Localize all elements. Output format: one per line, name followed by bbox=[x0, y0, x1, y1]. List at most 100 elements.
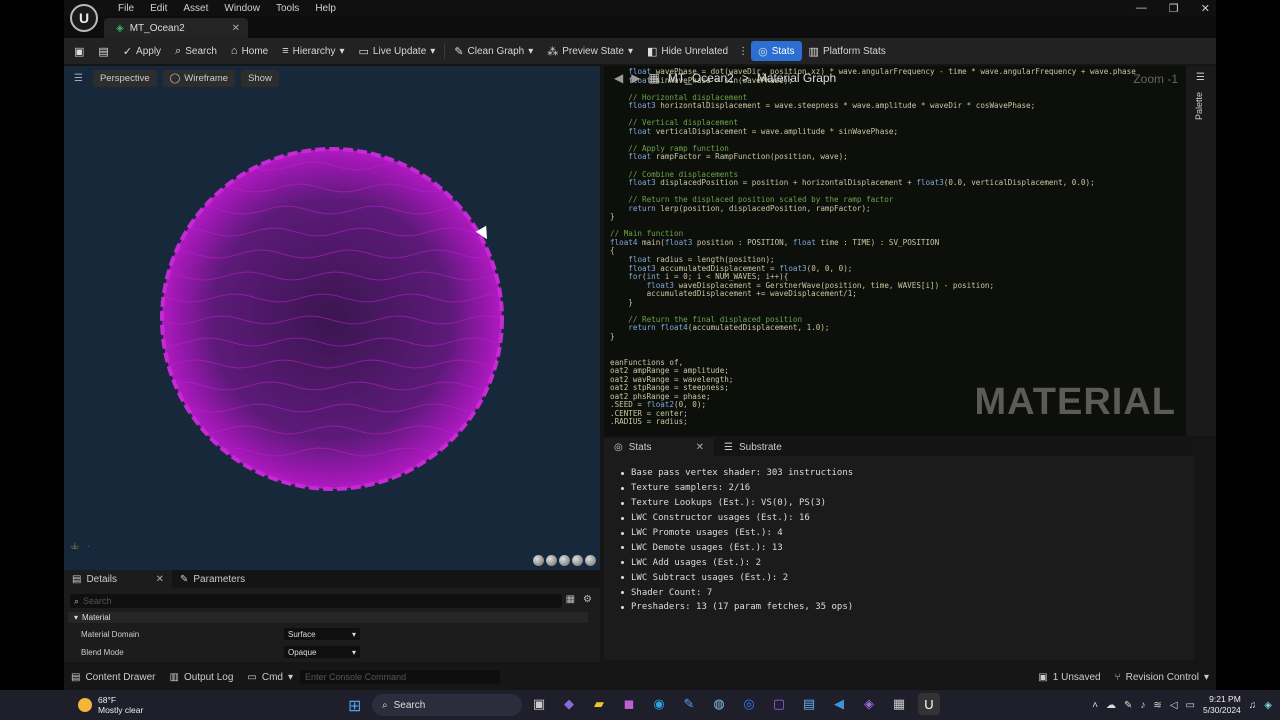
platform-stats-button[interactable]: ▥ Platform Stats bbox=[802, 41, 893, 61]
vscode-icon[interactable]: ◀ bbox=[828, 693, 850, 715]
close-tab-icon[interactable]: ✕ bbox=[232, 23, 240, 34]
tab-substrate[interactable]: ☰ Substrate bbox=[714, 438, 792, 456]
material-graph-panel[interactable]: float wavePhase = dot(waveDir, position.… bbox=[604, 66, 1186, 436]
cloud-icon[interactable]: ☁ bbox=[1106, 700, 1116, 711]
twitch-icon[interactable]: ▢ bbox=[768, 693, 790, 715]
brush-icon: ✎ bbox=[454, 45, 464, 58]
taskbar-search-box[interactable]: ⌕ Search bbox=[372, 694, 522, 716]
windows-start-icon[interactable]: ⊞ bbox=[348, 696, 361, 716]
save-button[interactable]: ▣ bbox=[64, 41, 91, 61]
preview-state-button[interactable]: ⁂ Preview State ▾ bbox=[540, 41, 640, 61]
pen-icon[interactable]: ✎ bbox=[1124, 700, 1132, 711]
content-drawer-button[interactable]: ▤ Content Drawer bbox=[64, 672, 162, 683]
tab-details[interactable]: ▤ Details ✕ bbox=[64, 570, 172, 588]
close-tab-icon[interactable]: ✕ bbox=[156, 574, 164, 585]
show-button[interactable]: Show bbox=[241, 70, 279, 87]
close-window-button[interactable]: ✕ bbox=[1201, 2, 1210, 15]
task-view-icon[interactable]: ▣ bbox=[528, 693, 550, 715]
browser-app-icon[interactable]: ◎ bbox=[738, 693, 760, 715]
forward-arrow-icon[interactable]: ▶ bbox=[631, 71, 640, 85]
edge-icon[interactable]: ◉ bbox=[648, 693, 670, 715]
details-search-input[interactable]: ⌕ Search bbox=[70, 594, 562, 608]
cmd-dropdown[interactable]: ▭ Cmd ▾ bbox=[240, 672, 300, 683]
breadcrumb-asset[interactable]: MT_Ocean2 bbox=[668, 71, 734, 85]
grid-view-icon[interactable]: ▦ bbox=[566, 594, 575, 605]
notification-bell-icon[interactable]: ♫ bbox=[1249, 700, 1257, 711]
perspective-button[interactable]: Perspective bbox=[92, 70, 157, 87]
tab-parameters[interactable]: ✎ Parameters bbox=[172, 570, 253, 588]
more-options-icon[interactable]: ⋮ bbox=[735, 41, 751, 61]
graph-watermark: MATERIAL bbox=[974, 381, 1176, 423]
stats-button[interactable]: ◎ Stats bbox=[751, 41, 802, 61]
preview-plane-icon[interactable] bbox=[559, 555, 570, 566]
graph-breadcrumb: ◀ ▶ ▦ MT_Ocean2 > Material Graph bbox=[604, 68, 1186, 88]
chevron-up-icon[interactable]: ˄ bbox=[1092, 700, 1098, 711]
list-item: LWC Demote usages (Est.): 13 bbox=[621, 540, 1194, 555]
wireframe-button[interactable]: ◯ Wireframe bbox=[162, 70, 236, 87]
material-domain-dropdown[interactable]: Surface ▾ bbox=[284, 628, 360, 640]
calculator-icon[interactable]: ▦ bbox=[888, 693, 910, 715]
weather-widget[interactable]: 68°F Mostly clear bbox=[0, 695, 250, 715]
apply-button[interactable]: ✓ Apply bbox=[116, 41, 168, 61]
taskbar-clock[interactable]: 9:21 PM 5/30/2024 bbox=[1203, 694, 1241, 716]
live-update-button[interactable]: ▭ Live Update ▾ bbox=[352, 41, 443, 61]
file-explorer-icon[interactable]: ▰ bbox=[588, 693, 610, 715]
blend-mode-dropdown[interactable]: Opaque ▾ bbox=[284, 646, 360, 658]
back-arrow-icon[interactable]: ◀ bbox=[614, 71, 623, 85]
volume-icon[interactable]: ◁ bbox=[1170, 700, 1178, 711]
close-tab-icon[interactable]: ✕ bbox=[696, 442, 704, 453]
search-button[interactable]: ⌕ Search bbox=[168, 41, 224, 61]
clean-graph-button[interactable]: ✎ Clean Graph ▾ bbox=[447, 41, 540, 61]
system-tray: ˄ ☁ ✎ ♪ ≋ ◁ ▭ 9:21 PM 5/30/2024 ♫ ◈ bbox=[1092, 690, 1272, 720]
weather-condition: Mostly clear bbox=[98, 705, 144, 715]
visual-studio-icon[interactable]: ◈ bbox=[858, 693, 880, 715]
notepad-icon[interactable]: ▤ bbox=[798, 693, 820, 715]
wifi-icon[interactable]: ≋ bbox=[1153, 700, 1161, 711]
copilot-icon[interactable]: ◈ bbox=[1264, 700, 1272, 711]
clock-date: 5/30/2024 bbox=[1202, 705, 1241, 715]
revision-control-button[interactable]: ⑂ Revision Control ▾ bbox=[1108, 672, 1216, 683]
hide-icon: ◧ bbox=[647, 45, 658, 58]
menu-tools[interactable]: Tools bbox=[268, 3, 307, 14]
battery-icon[interactable]: ▭ bbox=[1186, 700, 1195, 711]
home-button[interactable]: ⌂ Home bbox=[224, 41, 275, 61]
menu-help[interactable]: Help bbox=[307, 3, 344, 14]
menu-file[interactable]: File bbox=[110, 3, 142, 14]
menu-asset[interactable]: Asset bbox=[175, 3, 216, 14]
palette-sidebar[interactable]: ☰ Palette bbox=[1186, 66, 1216, 436]
preview-teapot-icon[interactable] bbox=[585, 555, 596, 566]
preview-sphere-icon[interactable] bbox=[546, 555, 557, 566]
temperature: 68°F bbox=[98, 695, 117, 705]
preview-cylinder-icon[interactable] bbox=[533, 555, 544, 566]
preview-cube-icon[interactable] bbox=[572, 555, 583, 566]
console-command-input[interactable]: Enter Console Command bbox=[300, 670, 501, 684]
hide-unrelated-button[interactable]: ◧ Hide Unrelated bbox=[640, 41, 735, 61]
menu-edit[interactable]: Edit bbox=[142, 3, 175, 14]
hierarchy-button[interactable]: ≡ Hierarchy ▾ bbox=[275, 41, 351, 61]
store-icon[interactable]: ◼ bbox=[618, 693, 640, 715]
palette-tab[interactable]: Palette bbox=[1194, 92, 1204, 120]
preview-mesh-selector[interactable] bbox=[533, 555, 596, 566]
menu-window[interactable]: Window bbox=[216, 3, 268, 14]
document-tab[interactable]: ◈ MT_Ocean2 ✕ bbox=[104, 18, 248, 38]
property-name: Material Domain bbox=[81, 629, 140, 639]
unreal-logo-icon[interactable]: U bbox=[70, 4, 98, 32]
output-log-button[interactable]: ▥ Output Log bbox=[162, 672, 240, 683]
microphone-icon[interactable]: ♪ bbox=[1140, 700, 1145, 711]
material-preview-viewport[interactable]: ☰ Perspective ◯ Wireframe Show —⊥ · bbox=[64, 66, 600, 570]
unsaved-button[interactable]: ▣ 1 Unsaved bbox=[1031, 672, 1107, 683]
globe-app-icon[interactable]: ◍ bbox=[708, 693, 730, 715]
stats-tab-icon: ◎ bbox=[614, 441, 623, 453]
minimize-button[interactable]: — bbox=[1136, 2, 1147, 14]
palette-menu-icon[interactable]: ☰ bbox=[1196, 72, 1205, 83]
viewport-menu-icon[interactable]: ☰ bbox=[70, 73, 87, 84]
maximize-button[interactable]: ❐ bbox=[1169, 2, 1179, 15]
pen-app-icon[interactable]: ✎ bbox=[678, 693, 700, 715]
teams-icon[interactable]: ◆ bbox=[558, 693, 580, 715]
unreal-taskbar-icon[interactable]: U bbox=[918, 693, 940, 715]
material-category-header[interactable]: ▾ Material bbox=[68, 612, 588, 623]
settings-gear-icon[interactable]: ⚙ bbox=[583, 594, 592, 605]
browse-button[interactable]: ▤ bbox=[91, 41, 115, 61]
tab-stats[interactable]: ◎ Stats ✕ bbox=[604, 438, 714, 456]
chevron-down-icon: ▾ bbox=[430, 45, 436, 57]
